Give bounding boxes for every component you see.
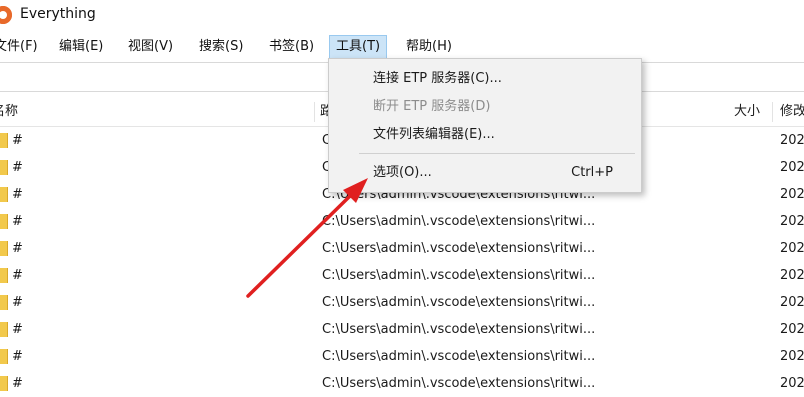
- folder-icon: [0, 322, 8, 337]
- file-modified: 202: [780, 376, 804, 391]
- table-row[interactable]: # C:\Users\admin\.vscode\extensions\ritw…: [0, 316, 804, 343]
- menu-bookmarks[interactable]: 书签(B): [263, 36, 320, 58]
- column-size[interactable]: 大小: [734, 98, 760, 126]
- file-name: #: [12, 322, 23, 337]
- file-path: C:\Users\admin\.vscode\extensions\ritwi.…: [322, 322, 596, 337]
- menu-item-file-list-editor[interactable]: 文件列表编辑器(E)...: [329, 121, 641, 148]
- folder-icon: [0, 133, 8, 148]
- folder-icon: [0, 268, 8, 283]
- menu-item-options[interactable]: 选项(O)... Ctrl+P: [329, 159, 641, 186]
- table-row[interactable]: # C:\Users\admin\.vscode\extensions\ritw…: [0, 289, 804, 316]
- menu-separator: [359, 153, 635, 154]
- menu-file[interactable]: 文件(F): [0, 36, 44, 58]
- menu-item-connect-etp[interactable]: 连接 ETP 服务器(C)...: [329, 65, 641, 92]
- table-row[interactable]: # C:\Users\admin\.vscode\extensions\ritw…: [0, 343, 804, 370]
- everything-app-icon: [0, 6, 12, 24]
- file-name: #: [12, 268, 23, 283]
- file-modified: 202: [780, 268, 804, 283]
- file-modified: 202: [780, 349, 804, 364]
- file-name: #: [12, 133, 23, 148]
- folder-icon: [0, 349, 8, 364]
- menu-view[interactable]: 视图(V): [122, 36, 179, 58]
- file-path: C:\Users\admin\.vscode\extensions\ritwi.…: [322, 295, 596, 310]
- folder-icon: [0, 376, 8, 391]
- file-path: C:\Users\admin\.vscode\extensions\ritwi.…: [322, 268, 596, 283]
- column-modified[interactable]: 修改: [780, 98, 804, 126]
- window-title: Everything: [20, 6, 96, 22]
- folder-icon: [0, 187, 8, 202]
- menu-item-shortcut: Ctrl+P: [571, 165, 613, 180]
- menu-search[interactable]: 搜索(S): [193, 36, 249, 58]
- file-path: C:\Users\admin\.vscode\extensions\ritwi.…: [322, 376, 596, 391]
- file-path: C:\Users\admin\.vscode\extensions\ritwi.…: [322, 349, 596, 364]
- menu-tools[interactable]: 工具(T): [328, 35, 388, 59]
- column-name[interactable]: 名称: [0, 98, 18, 126]
- file-modified: 202: [780, 241, 804, 256]
- folder-icon: [0, 214, 8, 229]
- file-name: #: [12, 295, 23, 310]
- column-divider[interactable]: [314, 102, 315, 122]
- file-modified: 202: [780, 187, 804, 202]
- file-name: #: [12, 187, 23, 202]
- table-row[interactable]: # C:\Users\admin\.vscode\extensions\ritw…: [0, 370, 804, 397]
- file-name: #: [12, 241, 23, 256]
- folder-icon: [0, 295, 8, 310]
- file-name: #: [12, 214, 23, 229]
- file-name: #: [12, 376, 23, 391]
- menu-item-label: 文件列表编辑器(E)...: [373, 127, 495, 142]
- menu-edit[interactable]: 编辑(E): [53, 36, 109, 58]
- folder-icon: [0, 160, 8, 175]
- tools-dropdown-menu: 连接 ETP 服务器(C)... 断开 ETP 服务器(D) 文件列表编辑器(E…: [328, 58, 642, 193]
- file-modified: 202: [780, 160, 804, 175]
- file-path: C:\Users\admin\.vscode\extensions\ritwi.…: [322, 241, 596, 256]
- file-name: #: [12, 349, 23, 364]
- file-modified: 202: [780, 322, 804, 337]
- file-modified: 202: [780, 133, 804, 148]
- table-row[interactable]: # C:\Users\admin\.vscode\extensions\ritw…: [0, 208, 804, 235]
- file-name: #: [12, 160, 23, 175]
- table-row[interactable]: # C:\Users\admin\.vscode\extensions\ritw…: [0, 262, 804, 289]
- menu-bar: 文件(F) 编辑(E) 视图(V) 搜索(S) 书签(B) 工具(T) 帮助(H…: [0, 35, 804, 59]
- menu-item-label: 连接 ETP 服务器(C)...: [373, 71, 502, 86]
- menu-item-label: 断开 ETP 服务器(D): [373, 99, 491, 114]
- menu-item-disconnect-etp: 断开 ETP 服务器(D): [329, 93, 641, 120]
- menu-item-label: 选项(O)...: [373, 165, 432, 180]
- column-divider[interactable]: [772, 102, 773, 122]
- file-modified: 202: [780, 295, 804, 310]
- file-path: C:\Users\admin\.vscode\extensions\ritwi.…: [322, 214, 596, 229]
- title-bar: Everything: [0, 0, 804, 32]
- file-modified: 202: [780, 214, 804, 229]
- menu-help[interactable]: 帮助(H): [400, 36, 458, 58]
- folder-icon: [0, 241, 8, 256]
- table-row[interactable]: # C:\Users\admin\.vscode\extensions\ritw…: [0, 235, 804, 262]
